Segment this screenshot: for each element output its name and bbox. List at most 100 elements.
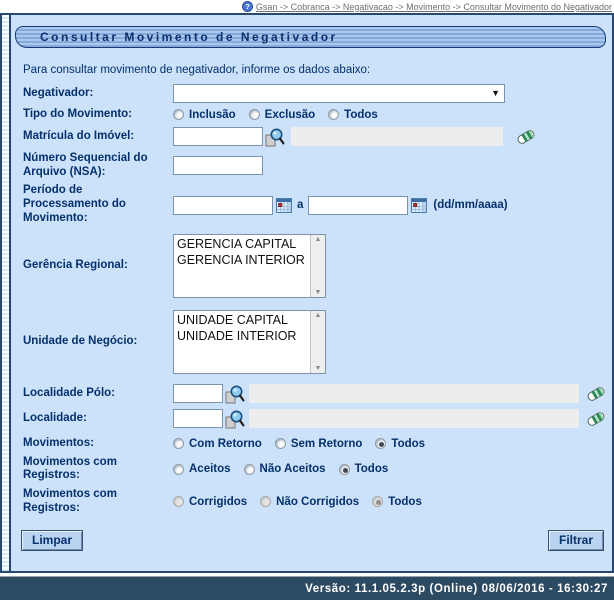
localidade-input[interactable] xyxy=(173,409,223,429)
scrollbar[interactable]: ▲ ▼ xyxy=(310,310,325,373)
version-text: Versão: 11.1.05.2.3p (Online) 08/06/2016… xyxy=(305,582,608,595)
radio-icon[interactable] xyxy=(173,438,184,450)
breadcrumb[interactable]: Gsan -> Cobranca -> Negativacao -> Movim… xyxy=(256,2,612,12)
radio-exclusao[interactable]: Exclusão xyxy=(248,109,315,121)
radio-aceitos[interactable]: Aceitos xyxy=(173,463,231,475)
radio-icon[interactable] xyxy=(375,438,387,450)
chevron-down-icon: ▼ xyxy=(491,88,500,98)
matricula-description xyxy=(291,127,503,147)
registros1-row: Movimentos com Registros: Aceitos Não Ac… xyxy=(13,456,608,484)
radio-sem-retorno[interactable]: Sem Retorno xyxy=(274,438,362,450)
localidade-polo-description xyxy=(249,384,579,404)
periodo-separator: a xyxy=(297,199,304,212)
radio-tipo-todos[interactable]: Todos xyxy=(328,109,378,121)
eraser-icon[interactable] xyxy=(585,409,607,429)
left-striped-gutter xyxy=(2,15,11,571)
radio-com-retorno[interactable]: Com Retorno xyxy=(173,438,262,450)
search-icon[interactable] xyxy=(225,384,245,404)
limpar-button[interactable]: Limpar xyxy=(21,529,84,551)
nsa-row: Número Sequencial do Arquivo (NSA): xyxy=(13,152,608,180)
localidade-polo-input[interactable] xyxy=(173,384,223,404)
intro-text: Para consultar movimento de negativador,… xyxy=(23,64,371,76)
matricula-row: Matrícula do Imóvel: xyxy=(13,127,608,147)
calendar-icon[interactable] xyxy=(276,197,292,213)
localidade-description xyxy=(249,409,579,429)
main-frame: Consultar Movimento de Negativador Para … xyxy=(0,13,614,573)
localidade-polo-label: Localidade Pólo: xyxy=(23,386,116,399)
radio-icon[interactable] xyxy=(248,109,260,121)
page-title: Consultar Movimento de Negativador xyxy=(40,30,338,44)
movimentos-row: Movimentos: Com Retorno Sem Retorno Todo… xyxy=(13,437,608,451)
list-item[interactable]: GERENCIA CAPITAL xyxy=(177,236,322,252)
gerencia-label: Gerência Regional: xyxy=(23,258,128,271)
registros2-row: Movimentos com Registros: Corrigidos Não… xyxy=(13,488,608,516)
help-icon[interactable]: ? xyxy=(241,1,253,12)
movimentos-radio-group: Com Retorno Sem Retorno Todos xyxy=(173,438,438,450)
date-format-hint: (dd/mm/aaaa) xyxy=(433,199,508,212)
scroll-up-icon[interactable]: ▲ xyxy=(315,236,322,243)
tipo-movimento-radio-group: Inclusão Exclusão Todos xyxy=(173,109,391,121)
svg-text:?: ? xyxy=(245,2,250,11)
unidade-row: Unidade de Negócio: UNIDADE CAPITAL UNID… xyxy=(13,309,608,374)
radio-corrigidos: Corrigidos xyxy=(173,496,247,508)
periodo-to-input[interactable] xyxy=(308,195,409,215)
radio-icon xyxy=(372,496,384,508)
scrollbar[interactable]: ▲ ▼ xyxy=(310,234,325,297)
movimentos-label: Movimentos: xyxy=(23,436,94,449)
matricula-label: Matrícula do Imóvel: xyxy=(23,129,135,142)
calendar-icon[interactable] xyxy=(411,197,428,213)
localidade-row: Localidade: xyxy=(13,409,608,429)
gerencia-multiselect[interactable]: GERENCIA CAPITAL GERENCIA INTERIOR ▲ ▼ xyxy=(173,233,326,298)
form-panel: Consultar Movimento de Negativador Para … xyxy=(11,15,612,571)
matricula-input[interactable] xyxy=(173,127,263,147)
radio-icon[interactable] xyxy=(338,463,350,475)
scroll-up-icon[interactable]: ▲ xyxy=(315,312,322,319)
localidade-polo-row: Localidade Pólo: xyxy=(13,384,608,404)
periodo-from-input[interactable] xyxy=(173,195,273,215)
page-title-bar: Consultar Movimento de Negativador xyxy=(15,26,606,48)
radio-icon[interactable] xyxy=(173,463,184,475)
radio-icon xyxy=(173,496,184,508)
radio-icon[interactable] xyxy=(173,109,184,121)
localidade-label: Localidade: xyxy=(23,411,87,424)
radio-nao-aceitos[interactable]: Não Aceitos xyxy=(243,463,326,475)
unidade-multiselect[interactable]: UNIDADE CAPITAL UNIDADE INTERIOR ▲ ▼ xyxy=(173,309,326,374)
radio-icon[interactable] xyxy=(243,463,255,475)
list-item[interactable]: GERENCIA INTERIOR xyxy=(177,252,322,268)
tipo-movimento-row: Tipo do Movimento: Inclusão Exclusão Tod… xyxy=(13,108,608,122)
nsa-label: Número Sequencial do Arquivo (NSA): xyxy=(23,151,148,178)
periodo-row: Período de Processamento do Movimento: a xyxy=(13,184,608,225)
registros1-radio-group: Aceitos Não Aceitos Todos xyxy=(173,463,401,475)
registros2-radio-group: Corrigidos Não Corrigidos Todos xyxy=(173,496,435,508)
gerencia-row: Gerência Regional: GERENCIA CAPITAL GERE… xyxy=(13,233,608,298)
unidade-label: Unidade de Negócio: xyxy=(23,334,138,347)
eraser-icon[interactable] xyxy=(585,384,607,404)
radio-movimentos-todos[interactable]: Todos xyxy=(375,438,425,450)
eraser-icon[interactable] xyxy=(515,127,537,147)
registros2-label: Movimentos com Registros: xyxy=(23,488,117,514)
list-item[interactable]: UNIDADE CAPITAL xyxy=(177,312,322,328)
negativador-select[interactable]: ▼ xyxy=(173,84,505,103)
search-icon[interactable] xyxy=(225,409,245,429)
registros1-label: Movimentos com Registros: xyxy=(23,455,117,482)
search-icon[interactable] xyxy=(265,127,285,147)
list-item[interactable]: UNIDADE INTERIOR xyxy=(177,328,322,344)
nsa-input[interactable] xyxy=(173,156,263,176)
scroll-down-icon[interactable]: ▼ xyxy=(315,365,322,372)
radio-nao-corrigidos: Não Corrigidos xyxy=(260,496,359,508)
radio-registros2-todos: Todos xyxy=(372,496,422,508)
periodo-label: Período de Processamento do Movimento: xyxy=(23,184,126,224)
radio-registros1-todos[interactable]: Todos xyxy=(338,463,388,475)
footer-bar: Versão: 11.1.05.2.3p (Online) 08/06/2016… xyxy=(0,577,614,600)
tipo-movimento-label: Tipo do Movimento: xyxy=(23,108,133,120)
radio-icon xyxy=(260,496,272,508)
scroll-down-icon[interactable]: ▼ xyxy=(315,289,322,296)
radio-icon[interactable] xyxy=(328,109,340,121)
negativador-row: Negativador: ▼ xyxy=(13,84,608,103)
radio-icon[interactable] xyxy=(274,438,286,450)
negativador-label: Negativador: xyxy=(23,86,94,99)
breadcrumb-bar: ? Gsan -> Cobranca -> Negativacao -> Mov… xyxy=(0,0,614,13)
actions-row: Limpar Filtrar xyxy=(13,529,608,551)
filtrar-button[interactable]: Filtrar xyxy=(547,529,604,551)
radio-inclusao[interactable]: Inclusão xyxy=(173,109,236,121)
